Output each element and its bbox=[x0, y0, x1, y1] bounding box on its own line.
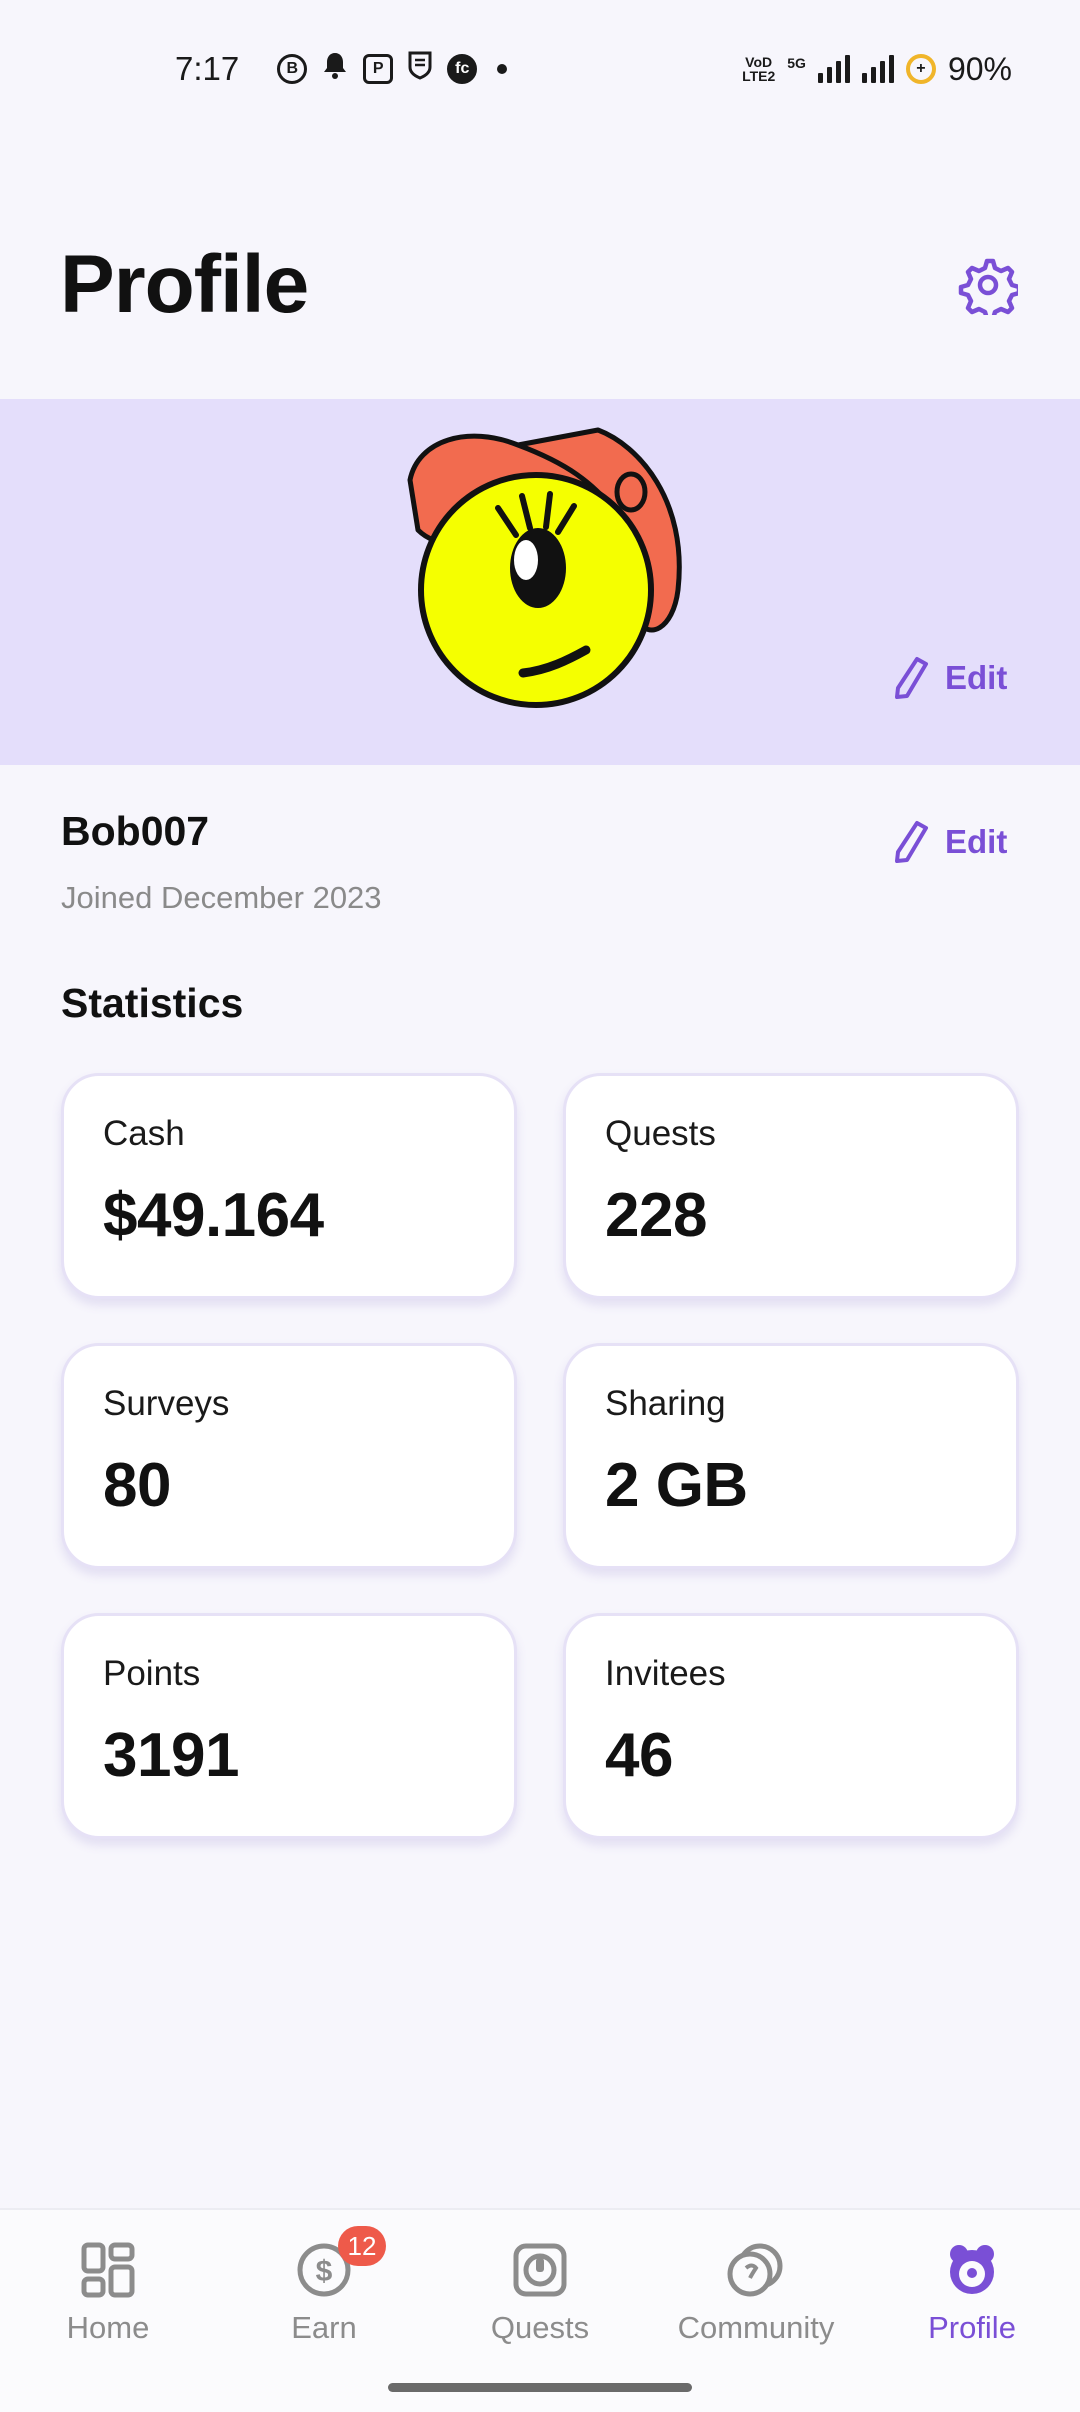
status-bar: 7:17 B P fc VoD LTE2 5G + 90% bbox=[0, 0, 1080, 138]
avatar[interactable] bbox=[398, 420, 698, 720]
pencil-icon bbox=[895, 821, 928, 863]
nav-item-home[interactable]: Home bbox=[0, 2210, 216, 2412]
stat-label: Surveys bbox=[103, 1384, 230, 1423]
gear-icon bbox=[958, 258, 1022, 322]
statistics-heading: Statistics bbox=[61, 980, 244, 1026]
edit-username-label: Edit bbox=[945, 823, 1008, 860]
stat-value: 228 bbox=[605, 1181, 707, 1250]
stat-value: 80 bbox=[103, 1451, 171, 1520]
bottom-navigation: Home $ Earn 12 Quests Community Profile bbox=[0, 2208, 1080, 2412]
battery-saver-icon: + bbox=[905, 54, 936, 84]
stat-card-sharing: Sharing 2 GB bbox=[563, 1343, 1019, 1569]
shield-notification-icon bbox=[407, 50, 433, 88]
nav-item-profile[interactable]: Profile bbox=[864, 2210, 1080, 2412]
stat-card-quests: Quests 228 bbox=[563, 1073, 1019, 1299]
nav-item-earn[interactable]: $ Earn 12 bbox=[216, 2210, 432, 2412]
nav-label: Home bbox=[66, 2310, 150, 2345]
nav-item-quests[interactable]: Quests bbox=[432, 2210, 648, 2412]
nav-label: Community bbox=[677, 2310, 835, 2345]
network-type: 5G bbox=[787, 54, 806, 71]
b-notification-icon: B bbox=[277, 54, 308, 84]
settings-button[interactable] bbox=[958, 255, 1022, 322]
stat-label: Quests bbox=[605, 1114, 716, 1153]
pencil-icon bbox=[895, 657, 928, 699]
edit-username-button[interactable]: Edit bbox=[893, 820, 1007, 864]
stat-card-cash: Cash $49.164 bbox=[61, 1073, 517, 1299]
earn-badge: 12 bbox=[338, 2226, 386, 2266]
statistics-grid: Cash $49.164 Quests 228 Surveys 80 Shari… bbox=[61, 1073, 1019, 1839]
page-title: Profile bbox=[60, 239, 309, 330]
nav-label: Profile bbox=[928, 2310, 1016, 2345]
signal-icon bbox=[861, 55, 894, 83]
fc-notification-icon: fc bbox=[447, 54, 478, 84]
join-date: Joined December 2023 bbox=[61, 880, 382, 915]
nav-label: Earn bbox=[291, 2310, 357, 2345]
home-grid-icon bbox=[81, 2242, 135, 2298]
stat-label: Invitees bbox=[605, 1654, 726, 1693]
profile-icon bbox=[950, 2245, 994, 2294]
username: Bob007 bbox=[61, 808, 210, 854]
more-notifications-dot bbox=[497, 64, 508, 74]
profile-screen: 7:17 B P fc VoD LTE2 5G + 90% Profile Ed… bbox=[0, 0, 1080, 2412]
signal-5g-icon bbox=[817, 55, 850, 83]
home-gesture-bar[interactable] bbox=[388, 2383, 692, 2392]
nav-label: Quests bbox=[490, 2310, 590, 2345]
svg-text:$: $ bbox=[316, 2255, 333, 2288]
community-coins-icon bbox=[727, 2243, 783, 2297]
stat-label: Cash bbox=[103, 1114, 185, 1153]
p-notification-icon: P bbox=[363, 54, 394, 84]
stat-value: 2 GB bbox=[605, 1451, 748, 1520]
nav-item-community[interactable]: Community bbox=[648, 2210, 864, 2412]
stat-card-points: Points 3191 bbox=[61, 1613, 517, 1839]
stat-label: Sharing bbox=[605, 1384, 726, 1423]
status-time: 7:17 bbox=[175, 50, 240, 87]
battery-percent: 90% bbox=[947, 50, 1012, 87]
stat-value: 3191 bbox=[103, 1721, 239, 1790]
stat-value: 46 bbox=[605, 1721, 673, 1790]
stat-value: $49.164 bbox=[103, 1181, 324, 1250]
stat-card-surveys: Surveys 80 bbox=[61, 1343, 517, 1569]
quests-icon bbox=[513, 2243, 567, 2297]
volte-indicator: VoD LTE2 bbox=[742, 54, 776, 84]
edit-avatar-button[interactable]: Edit bbox=[893, 656, 1007, 700]
edit-avatar-label: Edit bbox=[945, 659, 1008, 696]
stat-card-invitees: Invitees 46 bbox=[563, 1613, 1019, 1839]
bell-notification-icon bbox=[321, 50, 349, 88]
stat-label: Points bbox=[103, 1654, 201, 1693]
